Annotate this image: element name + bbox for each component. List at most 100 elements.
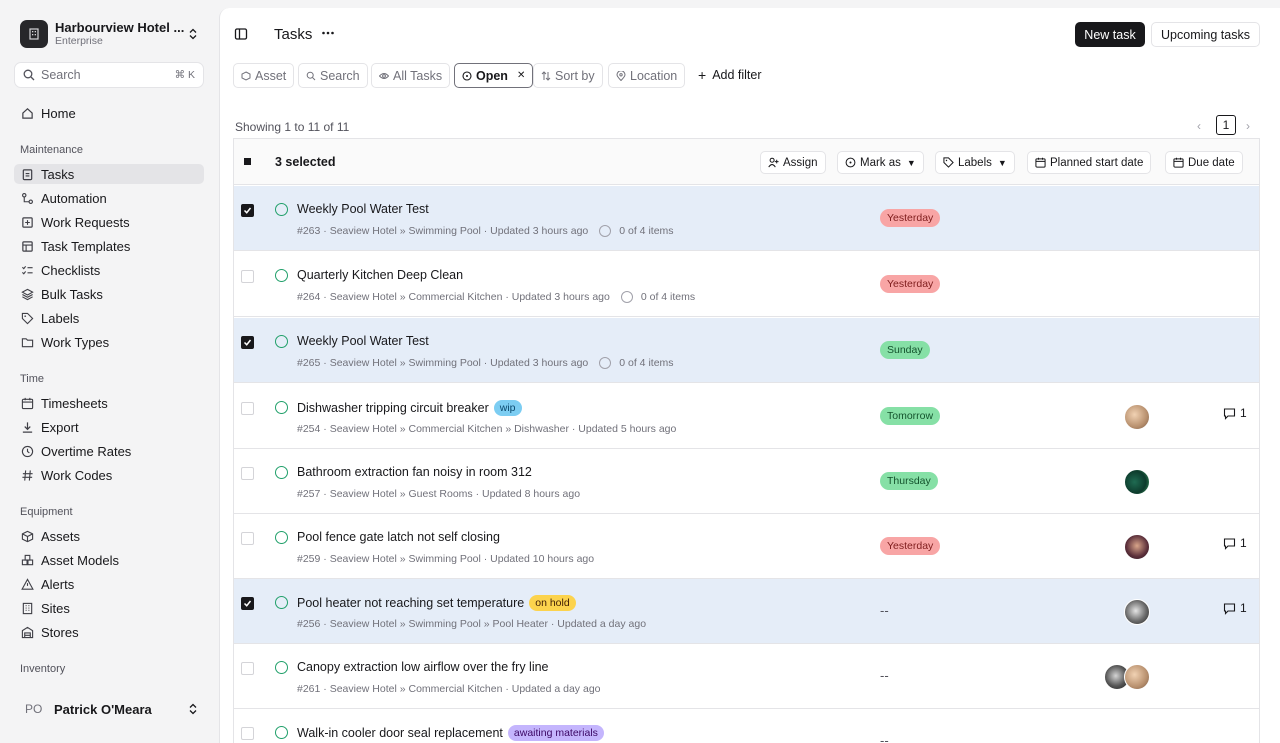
sidebar-item-tasks[interactable]: Tasks — [14, 164, 204, 184]
assign-button[interactable]: Assign — [760, 151, 826, 174]
sidebar-item-work-types[interactable]: Work Types — [14, 332, 204, 352]
table-row[interactable]: Pool heater not reaching set temperature… — [234, 579, 1259, 644]
avatar[interactable] — [1124, 404, 1150, 430]
checklist-progress: 0 of 4 items — [619, 357, 674, 369]
status-open-icon[interactable] — [275, 531, 288, 544]
status-open-icon[interactable] — [275, 466, 288, 479]
row-checkbox[interactable] — [241, 467, 254, 480]
sidebar-search[interactable]: Search ⌘ K — [14, 62, 204, 88]
sidebar-item-work-requests[interactable]: Work Requests — [14, 212, 204, 232]
row-checkbox[interactable] — [241, 336, 254, 349]
tasks-table: 3 selected Assign Mark as ▼ Labels ▼ Pla… — [233, 138, 1260, 743]
avatar[interactable] — [1124, 534, 1150, 560]
due-empty: -- — [880, 603, 889, 618]
comment-count[interactable]: 1 — [1223, 406, 1247, 420]
sidebar-item-export[interactable]: Export — [14, 417, 204, 437]
filter-open[interactable]: Open ✕ — [454, 63, 534, 88]
building-icon — [20, 20, 48, 48]
table-row[interactable]: Walk-in cooler door seal replacement awai… — [234, 709, 1259, 743]
task-meta: #257 · Seaview Hotel » Guest Rooms · Upd… — [297, 488, 581, 500]
table-row[interactable]: Bathroom extraction fan noisy in room 31… — [234, 449, 1259, 514]
avatar[interactable] — [1124, 664, 1150, 690]
sidebar-item-checklists[interactable]: Checklists — [14, 260, 204, 280]
task-title[interactable]: Bathroom extraction fan noisy in room 31… — [297, 465, 532, 479]
page-number[interactable]: 1 — [1216, 115, 1236, 135]
sidebar-toggle-icon[interactable] — [234, 27, 248, 41]
section-maintenance: Maintenance — [20, 144, 83, 156]
task-title[interactable]: Quarterly Kitchen Deep Clean — [297, 268, 463, 282]
sidebar-item-alerts[interactable]: Alerts — [14, 574, 204, 594]
comment-icon — [1223, 407, 1236, 420]
table-row[interactable]: Dishwasher tripping circuit breaker wip #… — [234, 384, 1259, 449]
row-checkbox[interactable] — [241, 662, 254, 675]
row-checkbox[interactable] — [241, 727, 254, 740]
task-title[interactable]: Canopy extraction low airflow over the f… — [297, 660, 549, 674]
user-menu[interactable]: PO Patrick O'Meara — [20, 700, 200, 718]
status-open-icon[interactable] — [275, 401, 288, 414]
task-title[interactable]: Pool heater not reaching set temperature — [297, 596, 524, 610]
upcoming-tasks-button[interactable]: Upcoming tasks — [1151, 22, 1260, 47]
status-open-icon[interactable] — [275, 203, 288, 216]
add-filter-button[interactable]: + Add filter — [698, 67, 762, 83]
sidebar-item-asset-models[interactable]: Asset Models — [14, 550, 204, 570]
comment-count[interactable]: 1 — [1223, 536, 1247, 550]
sidebar-item-automation[interactable]: Automation — [14, 188, 204, 208]
status-open-icon[interactable] — [275, 661, 288, 674]
sidebar-item-label: Home — [41, 105, 76, 121]
table-row[interactable]: Canopy extraction low airflow over the f… — [234, 644, 1259, 709]
sidebar-item-label: Checklists — [41, 262, 101, 278]
sidebar-item-timesheets[interactable]: Timesheets — [14, 393, 204, 413]
table-row[interactable]: Quarterly Kitchen Deep Clean #264 · Seav… — [234, 252, 1259, 317]
sidebar-item-overtime-rates[interactable]: Overtime Rates — [14, 441, 204, 461]
status-open-icon[interactable] — [275, 335, 288, 348]
task-title[interactable]: Dishwasher tripping circuit breaker — [297, 401, 489, 415]
sidebar-item-home[interactable]: Home — [14, 103, 204, 123]
sidebar-item-labels[interactable]: Labels — [14, 308, 204, 328]
due-date-button[interactable]: Due date — [1165, 151, 1243, 174]
sidebar-item-bulk-tasks[interactable]: Bulk Tasks — [14, 284, 204, 304]
filter-sort-by[interactable]: Sort by — [533, 63, 603, 88]
task-title[interactable]: Weekly Pool Water Test — [297, 202, 429, 216]
chevron-right-icon[interactable]: › — [1246, 119, 1250, 133]
sidebar-item-stores[interactable]: Stores — [14, 622, 204, 642]
avatar[interactable] — [1124, 469, 1150, 495]
table-row[interactable]: Weekly Pool Water Test #265 · Seaview Ho… — [234, 318, 1259, 383]
mark-as-button[interactable]: Mark as ▼ — [837, 151, 924, 174]
mark-as-label: Mark as — [860, 156, 901, 169]
due-badge: Sunday — [880, 341, 930, 359]
select-all-checkbox[interactable] — [244, 158, 251, 165]
more-options-icon[interactable] — [321, 26, 335, 44]
filter-search[interactable]: Search — [298, 63, 368, 88]
task-title[interactable]: Pool fence gate latch not self closing — [297, 530, 500, 544]
task-title[interactable]: Walk-in cooler door seal replacement — [297, 726, 503, 740]
sidebar-item-work-codes[interactable]: Work Codes — [14, 465, 204, 485]
table-row[interactable]: Weekly Pool Water Test #263 · Seaview Ho… — [234, 186, 1259, 251]
sidebar-item-sites[interactable]: Sites — [14, 598, 204, 618]
status-open-icon[interactable] — [275, 596, 288, 609]
labels-button[interactable]: Labels ▼ — [935, 151, 1015, 174]
row-checkbox[interactable] — [241, 402, 254, 415]
filter-location[interactable]: Location — [608, 63, 686, 88]
org-switcher[interactable]: Harbourview Hotel ... Enterprise — [20, 20, 200, 48]
table-row[interactable]: Pool fence gate latch not self closing #… — [234, 514, 1259, 579]
sidebar-item-label: Work Codes — [41, 467, 113, 483]
row-checkbox[interactable] — [241, 597, 254, 610]
status-open-icon[interactable] — [275, 726, 288, 739]
chevron-left-icon[interactable]: ‹ — [1197, 119, 1201, 133]
task-title[interactable]: Weekly Pool Water Test — [297, 334, 429, 348]
avatar[interactable] — [1124, 599, 1150, 625]
filter-asset[interactable]: Asset — [233, 63, 295, 88]
results-count: Showing 1 to 11 of 11 — [235, 120, 350, 134]
sidebar-item-label: Work Requests — [41, 214, 130, 230]
status-open-icon[interactable] — [275, 269, 288, 282]
row-checkbox[interactable] — [241, 532, 254, 545]
row-checkbox[interactable] — [241, 270, 254, 283]
row-checkbox[interactable] — [241, 204, 254, 217]
new-task-button[interactable]: New task — [1075, 22, 1145, 47]
sidebar-item-task-templates[interactable]: Task Templates — [14, 236, 204, 256]
close-icon[interactable]: ✕ — [517, 70, 525, 81]
comment-count[interactable]: 1 — [1223, 601, 1247, 615]
sidebar-item-assets[interactable]: Assets — [14, 526, 204, 546]
filter-all-tasks[interactable]: All Tasks — [371, 63, 451, 88]
planned-start-date-button[interactable]: Planned start date — [1027, 151, 1152, 174]
